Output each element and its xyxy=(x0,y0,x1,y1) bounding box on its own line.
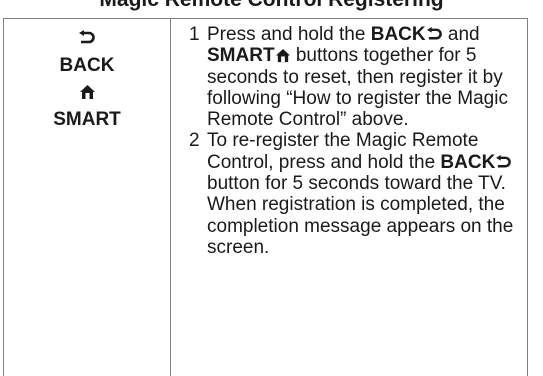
smart-key: SMART xyxy=(4,79,170,133)
instruction-table: BACK SMART 1 Press and hold the BACK and… xyxy=(3,18,528,376)
inline-back-label: BACK xyxy=(370,24,426,45)
home-icon xyxy=(79,79,96,106)
table-row: BACK SMART 1 Press and hold the BACK and… xyxy=(3,18,528,376)
manual-page: Magic Remote Control Registering BACK xyxy=(0,0,543,376)
inline-smart-label: SMART xyxy=(207,45,275,67)
back-arrow-icon xyxy=(78,25,96,52)
step-1-text: Press and hold the BACK and SMART button… xyxy=(207,24,519,130)
inline-smart-key: SMART xyxy=(207,45,291,66)
step-2-segment: To re-register the Magic Remote Control,… xyxy=(207,130,479,173)
step-2-segment: button for 5 seconds toward the TV. When… xyxy=(207,173,514,258)
step-1-segment: and xyxy=(447,24,480,45)
step-2-text: To re-register the Magic Remote Control,… xyxy=(207,130,519,258)
step-2-number: 2 xyxy=(189,130,200,152)
section-heading-text: Magic Remote Control Registering xyxy=(0,0,543,12)
step-2: 2 To re-register the Magic Remote Contro… xyxy=(189,130,519,258)
inline-back-key: BACK xyxy=(371,24,443,45)
back-key: BACK xyxy=(4,25,170,79)
back-arrow-icon xyxy=(496,154,512,168)
section-heading: Magic Remote Control Registering xyxy=(0,0,543,18)
step-1-number: 1 xyxy=(189,24,200,45)
back-arrow-icon xyxy=(426,27,442,40)
smart-key-label: SMART xyxy=(53,109,121,130)
inline-back-key: BACK xyxy=(440,152,512,173)
inline-back-label: BACK xyxy=(440,151,496,173)
keys-cell: BACK SMART xyxy=(3,18,171,376)
step-1: 1 Press and hold the BACK and SMART butt… xyxy=(189,24,519,130)
description-cell: 1 Press and hold the BACK and SMART butt… xyxy=(170,18,528,376)
back-key-label: BACK xyxy=(59,55,115,76)
home-icon xyxy=(275,49,290,63)
step-1-segment: Press and hold the xyxy=(207,24,366,45)
